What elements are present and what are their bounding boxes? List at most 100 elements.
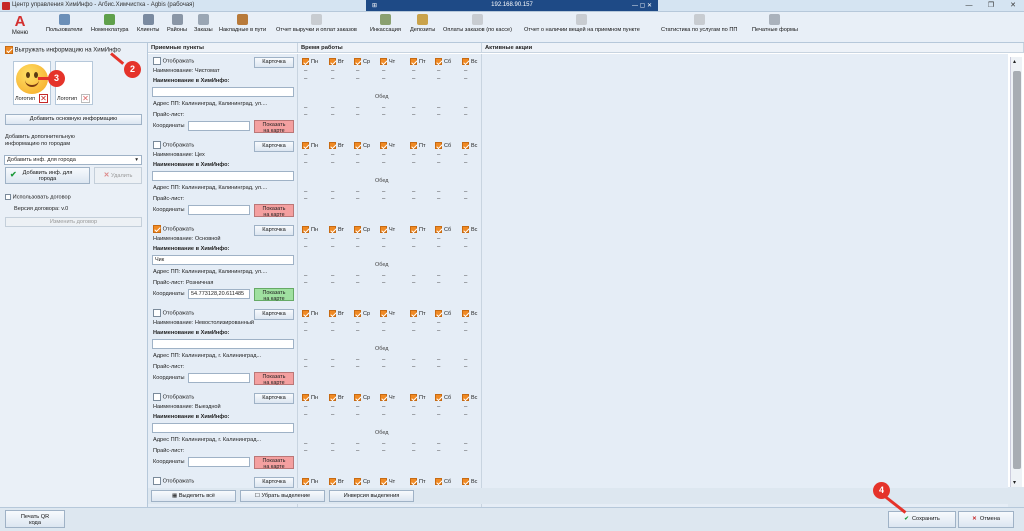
- day-0[interactable]: Пн: [302, 226, 318, 233]
- day-checkbox[interactable]: [329, 142, 336, 149]
- day-6[interactable]: Вс: [462, 310, 477, 317]
- card-button[interactable]: Карточка: [254, 393, 294, 404]
- show-checkbox[interactable]: [153, 309, 161, 317]
- day-1[interactable]: Вт: [329, 394, 344, 401]
- day-3[interactable]: Чт: [380, 226, 395, 233]
- toolbar-collection[interactable]: Инкассация: [370, 14, 401, 33]
- day-1[interactable]: Вт: [329, 58, 344, 65]
- day-checkbox[interactable]: [462, 394, 469, 401]
- vertical-scrollbar[interactable]: ▴ ▾: [1010, 57, 1022, 487]
- day-2[interactable]: Ср: [354, 394, 370, 401]
- coords-input[interactable]: [188, 205, 250, 215]
- close-icon[interactable]: ✕: [1002, 0, 1024, 12]
- day-5[interactable]: Сб: [435, 226, 451, 233]
- day-2[interactable]: Ср: [354, 58, 370, 65]
- add-main-info-button[interactable]: Добавить основную информацию: [5, 114, 142, 125]
- day-checkbox[interactable]: [435, 142, 442, 149]
- day-checkbox[interactable]: [354, 394, 361, 401]
- toolbar-deposits[interactable]: Депозиты: [410, 14, 435, 33]
- card-button[interactable]: Карточка: [254, 225, 294, 236]
- day-checkbox[interactable]: [302, 394, 309, 401]
- use-contract-row[interactable]: Использовать договор: [5, 194, 71, 201]
- toolbar-print-forms[interactable]: Печатные формы: [752, 14, 798, 33]
- save-button[interactable]: ✔ Сохранить: [888, 511, 956, 528]
- card-button[interactable]: Карточка: [254, 309, 294, 320]
- show-on-map-button[interactable]: Показать на карте: [254, 204, 294, 218]
- day-1[interactable]: Вт: [329, 478, 344, 485]
- himinfo-name-input[interactable]: [152, 423, 294, 433]
- day-5[interactable]: Сб: [435, 58, 451, 65]
- day-checkbox[interactable]: [354, 58, 361, 65]
- coords-input[interactable]: [188, 457, 250, 467]
- day-checkbox[interactable]: [329, 394, 336, 401]
- day-checkbox[interactable]: [380, 142, 387, 149]
- day-5[interactable]: Сб: [435, 310, 451, 317]
- day-checkbox[interactable]: [410, 310, 417, 317]
- day-4[interactable]: Пт: [410, 394, 425, 401]
- himinfo-name-input[interactable]: [152, 87, 294, 97]
- day-1[interactable]: Вт: [329, 310, 344, 317]
- day-checkbox[interactable]: [435, 394, 442, 401]
- invert-selection-button[interactable]: Инверсия выделения: [329, 490, 414, 502]
- show-checkbox[interactable]: [153, 225, 161, 233]
- day-6[interactable]: Вс: [462, 142, 477, 149]
- day-1[interactable]: Вт: [329, 226, 344, 233]
- add-city-info-button[interactable]: ✔ Добавить инф. для города: [5, 167, 90, 184]
- day-checkbox[interactable]: [302, 478, 309, 485]
- day-checkbox[interactable]: [462, 310, 469, 317]
- day-2[interactable]: Ср: [354, 142, 370, 149]
- coords-input[interactable]: [188, 373, 250, 383]
- day-checkbox[interactable]: [410, 478, 417, 485]
- scrollbar-thumb[interactable]: [1013, 71, 1021, 469]
- day-checkbox[interactable]: [354, 478, 361, 485]
- day-checkbox[interactable]: [410, 226, 417, 233]
- day-2[interactable]: Ср: [354, 226, 370, 233]
- city-select[interactable]: Добавить инф. для города ▾: [4, 155, 142, 165]
- day-4[interactable]: Пт: [410, 478, 425, 485]
- day-0[interactable]: Пн: [302, 478, 318, 485]
- scroll-down-icon[interactable]: ▾: [1013, 479, 1016, 486]
- print-qr-button[interactable]: Печать QR кода: [5, 510, 65, 528]
- day-3[interactable]: Чт: [380, 58, 395, 65]
- show-on-map-button[interactable]: Показать на карте: [254, 456, 294, 470]
- day-checkbox[interactable]: [354, 142, 361, 149]
- deselect-button[interactable]: ☐ Убрать выделение: [240, 490, 325, 502]
- day-checkbox[interactable]: [435, 58, 442, 65]
- toolbar-users[interactable]: Пользователи: [46, 14, 83, 33]
- maximize-icon[interactable]: ❐: [980, 0, 1002, 12]
- day-checkbox[interactable]: [380, 478, 387, 485]
- day-checkbox[interactable]: [354, 310, 361, 317]
- day-checkbox[interactable]: [435, 310, 442, 317]
- day-checkbox[interactable]: [380, 58, 387, 65]
- show-checkbox[interactable]: [153, 477, 161, 485]
- day-checkbox[interactable]: [329, 58, 336, 65]
- day-2[interactable]: Ср: [354, 478, 370, 485]
- show-on-map-button[interactable]: Показать на карте: [254, 372, 294, 386]
- day-4[interactable]: Пт: [410, 226, 425, 233]
- day-checkbox[interactable]: [302, 142, 309, 149]
- cancel-button[interactable]: ✕ Отмена: [958, 511, 1014, 528]
- card-button[interactable]: Карточка: [254, 477, 294, 488]
- day-checkbox[interactable]: [462, 478, 469, 485]
- himinfo-name-input[interactable]: Чик: [152, 255, 294, 265]
- day-4[interactable]: Пт: [410, 310, 425, 317]
- minimize-icon[interactable]: —: [958, 0, 980, 12]
- toolbar-nomenclature[interactable]: Номенклатура: [91, 14, 129, 33]
- day-3[interactable]: Чт: [380, 142, 395, 149]
- day-checkbox[interactable]: [462, 142, 469, 149]
- day-6[interactable]: Вс: [462, 394, 477, 401]
- day-checkbox[interactable]: [410, 58, 417, 65]
- day-5[interactable]: Сб: [435, 478, 451, 485]
- export-row[interactable]: Выгружать информацию на ХимИнфо: [5, 46, 121, 54]
- day-3[interactable]: Чт: [380, 394, 395, 401]
- show-row[interactable]: Отображать: [153, 57, 194, 65]
- change-contract-button[interactable]: Изменить договор: [5, 217, 142, 227]
- day-0[interactable]: Пн: [302, 310, 318, 317]
- day-checkbox[interactable]: [462, 58, 469, 65]
- day-3[interactable]: Чт: [380, 310, 395, 317]
- day-checkbox[interactable]: [302, 226, 309, 233]
- toolbar-orders[interactable]: Заказы: [194, 14, 213, 33]
- day-4[interactable]: Пт: [410, 142, 425, 149]
- show-row[interactable]: Отображать: [153, 309, 194, 317]
- day-6[interactable]: Вс: [462, 226, 477, 233]
